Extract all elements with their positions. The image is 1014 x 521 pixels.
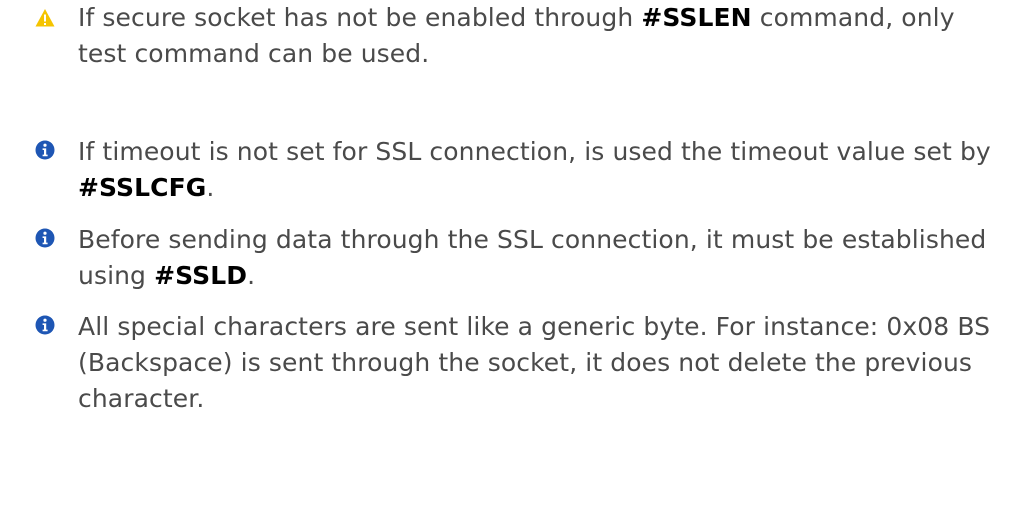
note-text-before: If secure socket has not be enabled thro…	[78, 3, 642, 32]
note-text: If secure socket has not be enabled thro…	[78, 0, 993, 72]
note-text: Before sending data through the SSL conn…	[78, 222, 993, 294]
command-sslcfg: #SSLCFG	[78, 173, 207, 202]
info-icon	[35, 228, 55, 248]
note-text-before: If timeout is not set for SSL connection…	[78, 137, 991, 166]
info-icon	[35, 315, 55, 335]
command-ssld: #SSLD	[154, 261, 248, 290]
note-text-before: All special characters are sent like a g…	[78, 312, 991, 413]
info-icon	[35, 140, 55, 160]
note-text: All special characters are sent like a g…	[78, 309, 993, 417]
note-text: If timeout is not set for SSL connection…	[78, 134, 993, 206]
note-text-after: .	[247, 261, 256, 290]
note-text-after: .	[206, 173, 215, 202]
warning-icon	[35, 9, 55, 27]
command-sslen: #SSLEN	[641, 3, 752, 32]
